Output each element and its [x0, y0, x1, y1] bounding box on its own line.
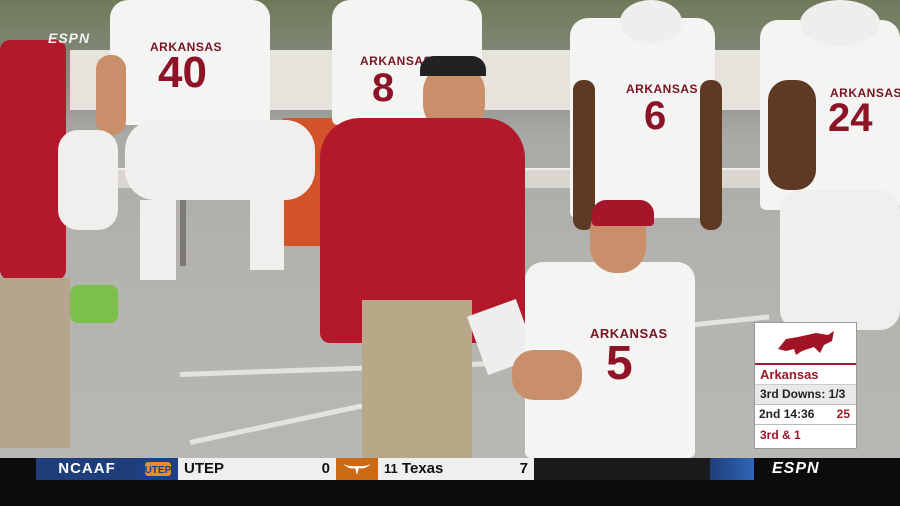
helmet: [620, 0, 682, 44]
longhorn-logo-icon: [336, 458, 378, 480]
espn-corner-logo: ESPN: [48, 30, 91, 46]
scorecard: Arkansas 3rd Downs: 1/3 2nd 14:36 25 3rd…: [754, 322, 857, 449]
team2-name: Texas: [401, 460, 444, 477]
espn-bottom-logo: ESPN: [772, 460, 820, 477]
team2-rank: 11: [384, 461, 398, 476]
coach-pants: [362, 300, 472, 458]
helmet: [800, 0, 880, 46]
quarter: 2nd: [759, 407, 781, 421]
staff-shirt: [0, 40, 66, 280]
game-clock: 14:36: [783, 407, 815, 421]
game-clock-row: 2nd 14:36 25: [755, 405, 856, 425]
team2-score: 7: [504, 458, 534, 480]
down-distance: 3rd & 1: [760, 428, 801, 442]
razorback-icon: [777, 331, 834, 355]
quarter-clock: 2nd 14:36: [755, 405, 829, 424]
score-ticker: NCAAF UTEP UTEP 0 11 Texas 7: [36, 458, 754, 480]
player-arm: [768, 80, 816, 190]
player-arm: [573, 80, 595, 230]
play-clock: 25: [836, 407, 850, 421]
player-pants: [125, 120, 315, 200]
player-number: 8: [372, 66, 395, 110]
player-number: 40: [158, 48, 207, 97]
player-number: 24: [828, 96, 873, 140]
razorback-logo: [755, 323, 856, 365]
utep-logo-icon: UTEP: [138, 458, 178, 480]
player-number: 6: [644, 94, 667, 138]
player-sock: [140, 200, 176, 280]
staff-pants: [0, 278, 70, 448]
green-cleat: [70, 285, 118, 323]
third-downs-stat: 3rd Downs: 1/3: [755, 385, 856, 405]
player-number: 5: [606, 337, 633, 390]
player-cap: [592, 200, 654, 226]
svg-text:UTEP: UTEP: [145, 465, 172, 476]
player-arm: [512, 350, 582, 400]
player-pants: [780, 190, 900, 330]
headset-icon: [420, 56, 486, 76]
team2-label: 11 Texas: [378, 458, 504, 480]
player-arm: [700, 80, 722, 230]
team1-name: UTEP: [178, 458, 302, 480]
player-leg: [58, 130, 118, 230]
scorecard-team: Arkansas: [755, 365, 856, 385]
player-arm: [96, 55, 126, 135]
league-label: NCAAF: [36, 458, 138, 480]
ticker-filler: [534, 458, 754, 480]
team1-score: 0: [302, 458, 336, 480]
player-sock: [250, 200, 284, 270]
